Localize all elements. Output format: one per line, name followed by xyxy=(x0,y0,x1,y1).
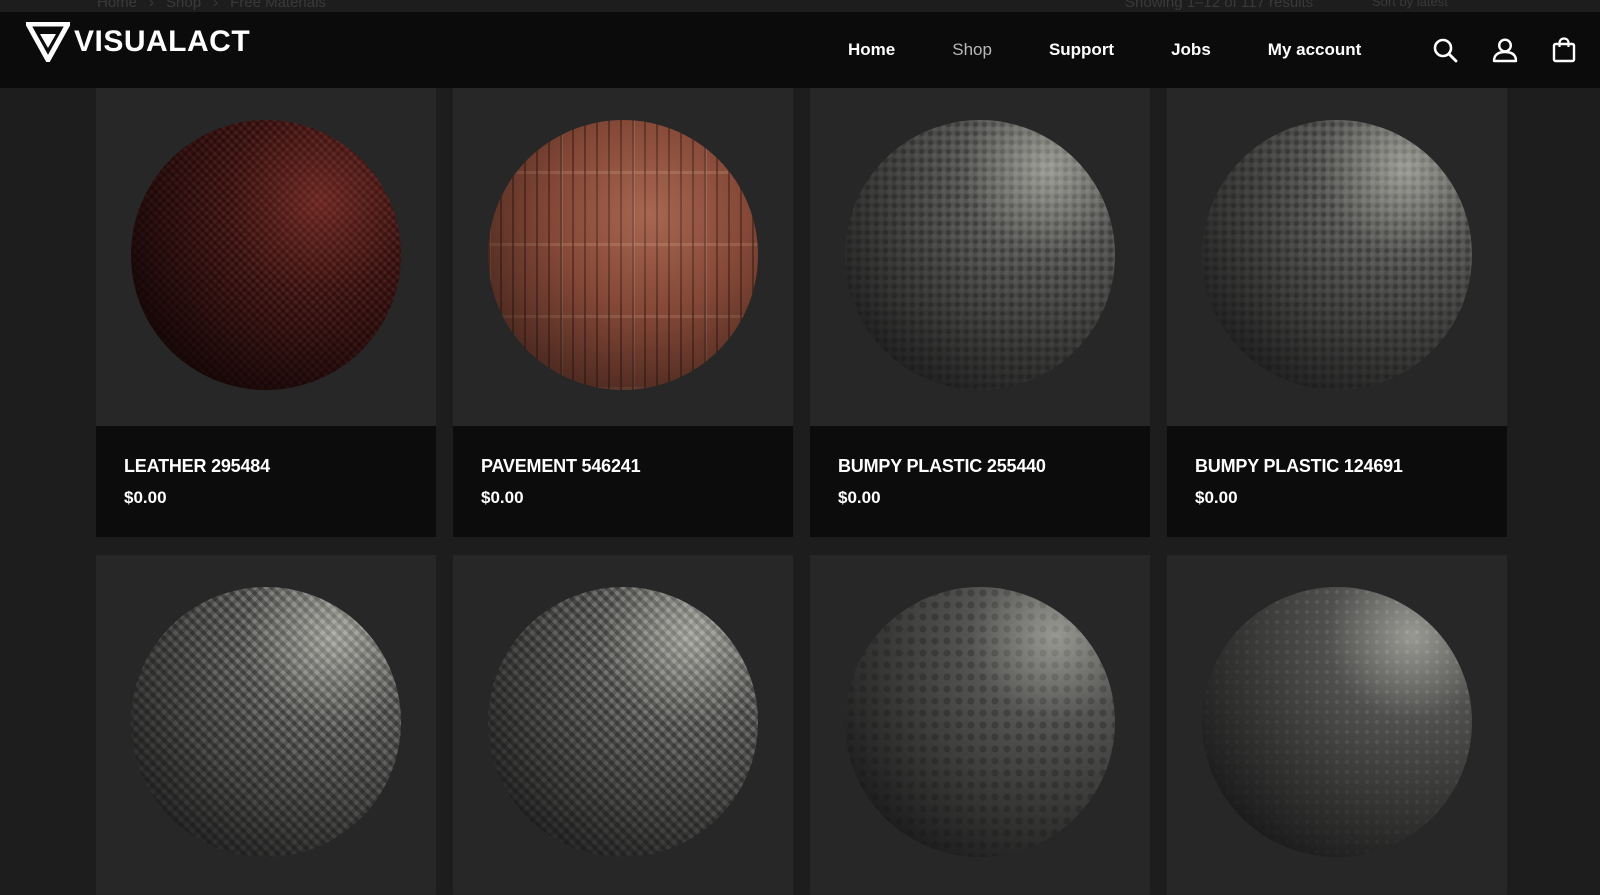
breadcrumb-shop[interactable]: Shop xyxy=(166,0,201,11)
nav-home[interactable]: Home xyxy=(848,40,895,60)
material-sphere-image xyxy=(845,120,1115,390)
logo[interactable]: VISUALACT xyxy=(26,22,250,62)
product-card[interactable] xyxy=(453,555,793,895)
product-thumbnail[interactable] xyxy=(453,555,793,893)
shopping-bag-icon[interactable] xyxy=(1552,37,1578,63)
user-icon[interactable] xyxy=(1492,37,1518,63)
product-card[interactable]: LEATHER 295484 $0.00 xyxy=(96,88,436,537)
material-sphere-image xyxy=(131,587,401,857)
nav-jobs[interactable]: Jobs xyxy=(1171,40,1211,60)
product-price: $0.00 xyxy=(1195,488,1238,507)
product-info: BUMPY PLASTIC 255440 $0.00 xyxy=(810,426,1150,537)
product-card[interactable] xyxy=(96,555,436,895)
material-sphere-image xyxy=(1202,120,1472,390)
logo-mark-icon xyxy=(26,22,70,62)
material-sphere-image xyxy=(488,587,758,857)
result-count: Showing 1–12 of 117 results xyxy=(1125,0,1314,11)
breadcrumb-home[interactable]: Home xyxy=(97,0,137,11)
product-price: $0.00 xyxy=(124,488,167,507)
product-thumbnail[interactable] xyxy=(1167,88,1507,426)
product-thumbnail[interactable] xyxy=(96,555,436,893)
main-nav: Home Shop Support Jobs My account xyxy=(848,12,1361,88)
product-info: BUMPY PLASTIC 124691 $0.00 xyxy=(1167,426,1507,537)
nav-support[interactable]: Support xyxy=(1049,40,1114,60)
product-thumbnail[interactable] xyxy=(96,88,436,426)
product-thumbnail[interactable] xyxy=(453,88,793,426)
breadcrumb-separator: › xyxy=(213,0,219,11)
logo-text: VISUALACT xyxy=(74,25,251,58)
breadcrumb-current: Free Materials xyxy=(230,0,326,11)
product-thumbnail[interactable] xyxy=(1167,555,1507,893)
product-name[interactable]: BUMPY PLASTIC 124691 xyxy=(1195,456,1403,477)
site-header: VISUALACT Home Shop Support Jobs My acco… xyxy=(0,12,1600,88)
search-icon[interactable] xyxy=(1432,37,1458,63)
product-card[interactable] xyxy=(810,555,1150,895)
product-name[interactable]: LEATHER 295484 xyxy=(124,456,270,477)
product-card[interactable] xyxy=(1167,555,1507,895)
header-icons xyxy=(1432,12,1578,88)
sort-select[interactable]: Sort by latest xyxy=(1372,0,1448,9)
product-price: $0.00 xyxy=(838,488,881,507)
product-name[interactable]: PAVEMENT 546241 xyxy=(481,456,641,477)
material-sphere-image xyxy=(1202,587,1472,857)
product-card[interactable]: PAVEMENT 546241 $0.00 xyxy=(453,88,793,537)
material-sphere-image xyxy=(488,120,758,390)
product-thumbnail[interactable] xyxy=(810,88,1150,426)
breadcrumb-separator: › xyxy=(149,0,155,11)
material-sphere-image xyxy=(845,587,1115,857)
nav-shop[interactable]: Shop xyxy=(952,40,992,60)
breadcrumb: Home › Shop › Free Materials xyxy=(97,0,326,11)
product-card[interactable]: BUMPY PLASTIC 124691 $0.00 xyxy=(1167,88,1507,537)
product-info: PAVEMENT 546241 $0.00 xyxy=(453,426,793,537)
product-price: $0.00 xyxy=(481,488,524,507)
nav-my-account[interactable]: My account xyxy=(1268,40,1362,60)
product-thumbnail[interactable] xyxy=(810,555,1150,893)
product-info: LEATHER 295484 $0.00 xyxy=(96,426,436,537)
product-name[interactable]: BUMPY PLASTIC 255440 xyxy=(838,456,1046,477)
material-sphere-image xyxy=(131,120,401,390)
product-card[interactable]: BUMPY PLASTIC 255440 $0.00 xyxy=(810,88,1150,537)
